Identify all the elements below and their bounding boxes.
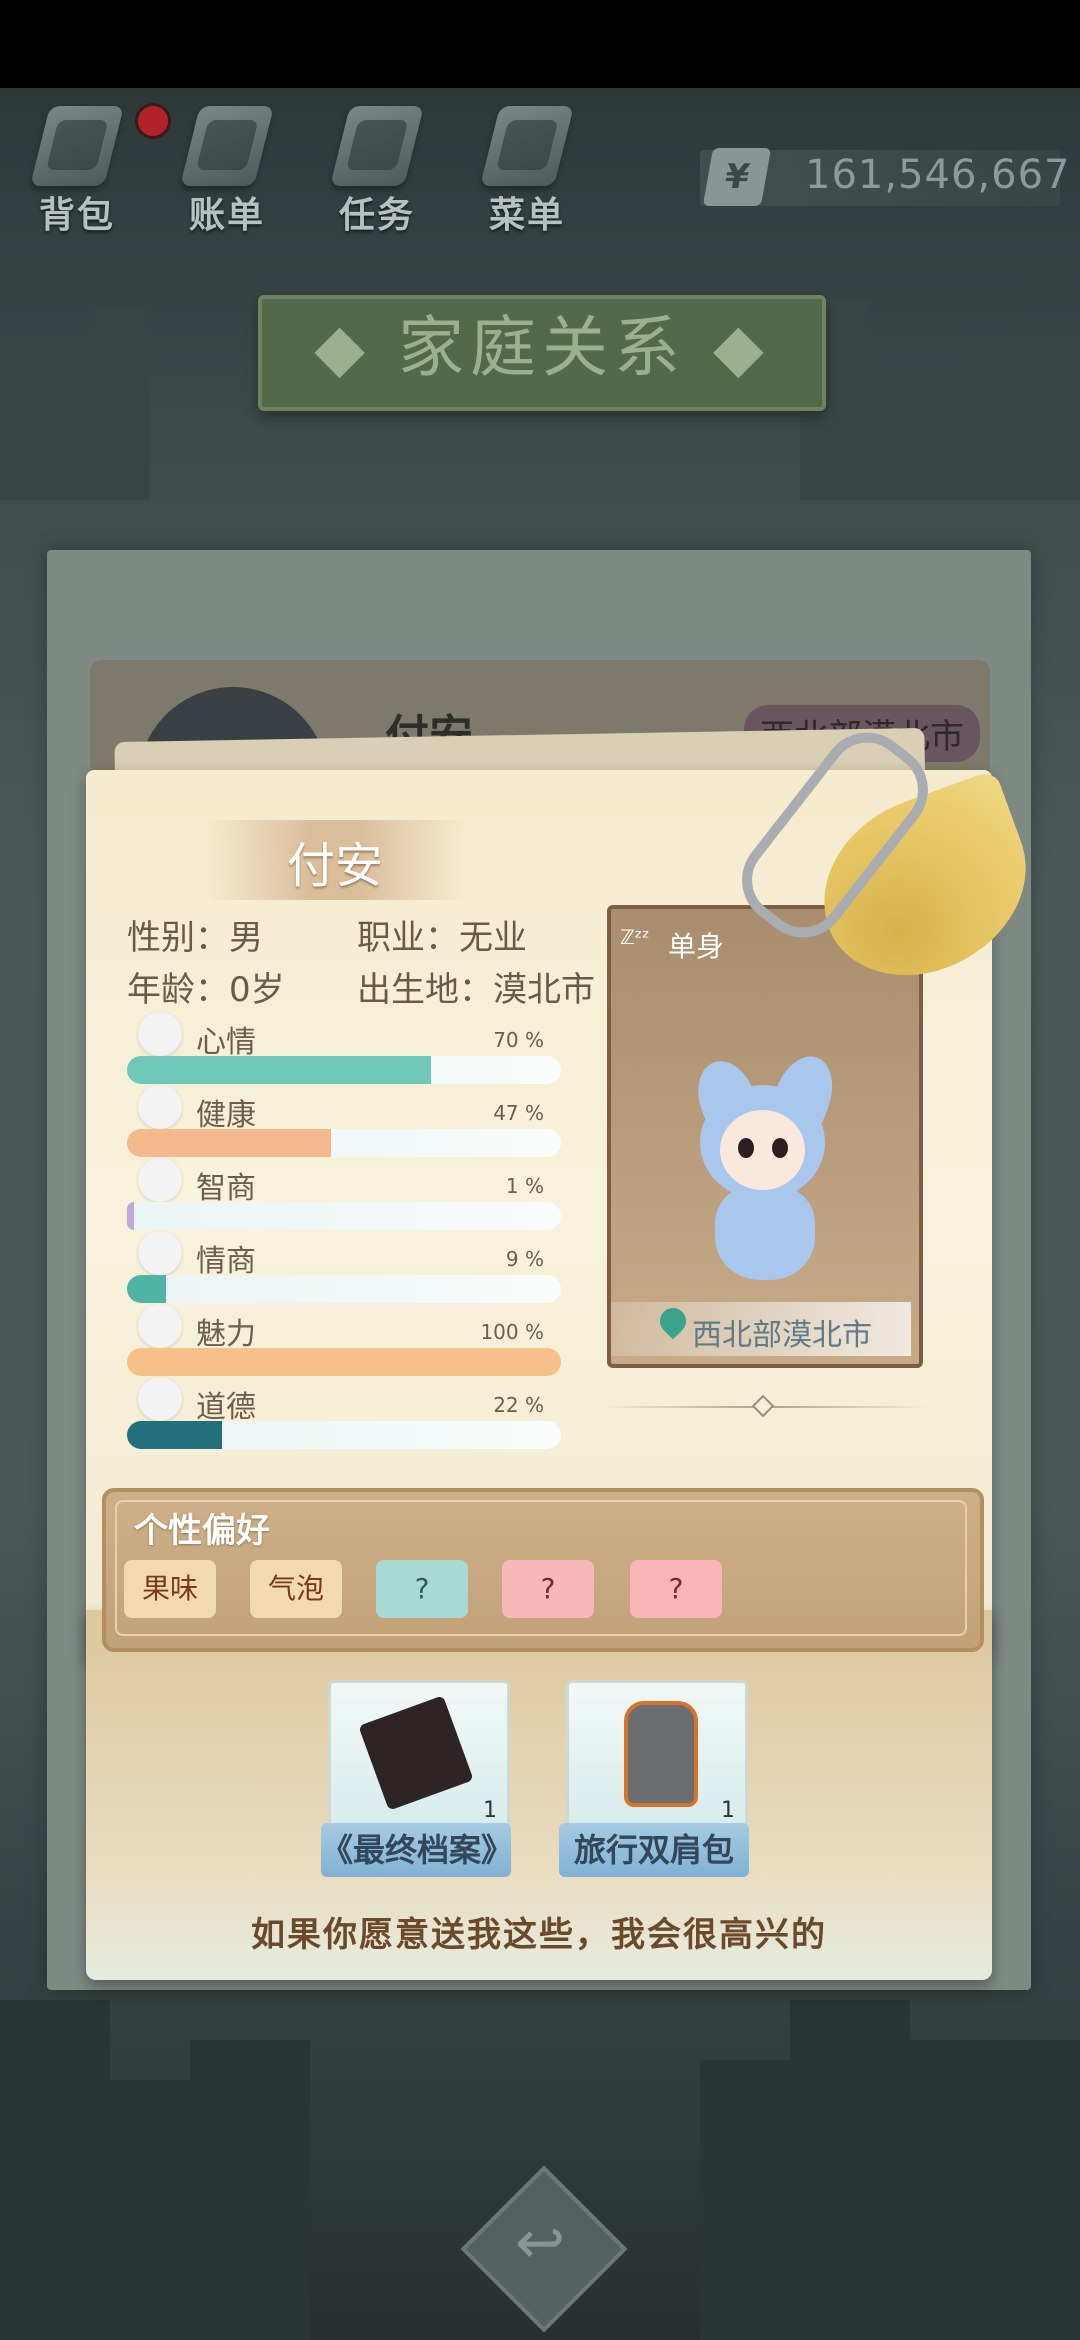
stat-percent: 1 % <box>505 1174 544 1198</box>
status-bar <box>0 0 1080 88</box>
menu-item-backpack[interactable]: 背包 <box>22 98 132 248</box>
birthplace-label: 出生地： <box>357 970 493 1010</box>
stat-bar-fill <box>127 1056 431 1084</box>
sleep-zzz-icon: ℤᶻᶻ <box>620 925 650 949</box>
heart-icon <box>138 1085 182 1129</box>
stat-bar <box>127 1275 561 1303</box>
notification-dot <box>135 103 171 139</box>
stat-percent: 9 % <box>505 1247 544 1271</box>
stat-label: 道德 <box>196 1390 256 1425</box>
preference-item[interactable]: ? <box>502 1560 594 1618</box>
menu-item-label: 账单 <box>188 195 265 236</box>
stat-percent: 70 % <box>493 1028 544 1052</box>
page-title-text: 家庭关系 <box>398 309 686 386</box>
stat-bar-fill <box>127 1421 223 1449</box>
gift-tile-book[interactable]: 1 <box>328 1680 510 1836</box>
stat-bar <box>127 1129 561 1157</box>
currency-icon: ¥ <box>702 148 772 206</box>
stat-label: 情商 <box>196 1244 256 1279</box>
stat-label: 心情 <box>196 1025 256 1060</box>
character-eye-left <box>738 1138 754 1158</box>
preference-item[interactable]: ? <box>376 1560 468 1618</box>
preference-item[interactable]: ? <box>630 1560 722 1618</box>
menu-item-menu[interactable]: 菜单 <box>472 98 582 248</box>
character-face <box>720 1110 805 1190</box>
stat-label: 魅力 <box>196 1317 256 1352</box>
gift-tile-backpack[interactable]: 1 <box>566 1680 748 1836</box>
stat-bar <box>127 1056 561 1084</box>
backpack-icon <box>624 1701 698 1807</box>
stat-bar <box>127 1421 561 1449</box>
job-value: 无业 <box>459 918 527 958</box>
bulb-icon <box>138 1158 182 1202</box>
stat-bar-fill <box>127 1275 167 1303</box>
menu-item-bill[interactable]: 账单 <box>172 98 282 248</box>
gender-label: 性别： <box>127 918 229 958</box>
relationship-status: 单身 <box>668 930 725 963</box>
stat-percent: 100 % <box>480 1320 544 1344</box>
stat-label: 智商 <box>196 1171 256 1206</box>
menu-item-label: 任务 <box>338 195 415 236</box>
apple-icon <box>138 1231 182 1275</box>
backpack-icon <box>30 106 124 186</box>
menu-item-task[interactable]: 任务 <box>322 98 432 248</box>
bill-icon <box>180 106 274 186</box>
character-name: 付安 <box>286 838 383 894</box>
gender-info: 性别：男 <box>127 910 263 959</box>
gift-label-book[interactable]: 《最终档案》 <box>321 1823 513 1877</box>
currency-amount: 161,546,667 <box>805 152 1071 198</box>
stat-bar-fill <box>127 1129 331 1157</box>
region-label: 西北部漠北市 <box>692 1318 872 1353</box>
smile-icon <box>138 1012 182 1056</box>
gift-count: 1 <box>721 1798 735 1823</box>
job-info: 职业：无业 <box>357 910 527 959</box>
stat-label: 健康 <box>196 1098 256 1133</box>
birthplace-value: 漠北市 <box>493 970 595 1010</box>
menu-icon <box>480 106 574 186</box>
preferences-title: 个性偏好 <box>134 1511 270 1551</box>
sparkle-icon <box>138 1304 182 1348</box>
page-title: ◆ 家庭关系 ◆ <box>314 309 770 386</box>
task-icon <box>330 106 424 186</box>
age-value: 0岁 <box>229 970 285 1010</box>
menu-item-label: 背包 <box>38 195 115 236</box>
character-eye-right <box>772 1138 788 1158</box>
stat-bar-fill <box>127 1202 134 1230</box>
stat-bar-fill <box>127 1348 561 1376</box>
stat-bar <box>127 1348 561 1376</box>
age-label: 年龄： <box>127 970 229 1010</box>
preference-item[interactable]: 果味 <box>124 1560 216 1618</box>
job-label: 职业： <box>357 918 459 958</box>
return-arrow-icon: ↩ <box>514 2208 566 2278</box>
gift-label-backpack[interactable]: 旅行双肩包 <box>559 1823 749 1877</box>
gift-message: 如果你愿意送我这些，我会很高兴的 <box>251 1915 827 1955</box>
birthplace-info: 出生地：漠北市 <box>357 962 595 1011</box>
gender-value: 男 <box>229 918 263 958</box>
gift-count: 1 <box>483 1798 497 1823</box>
preference-item[interactable]: 气泡 <box>250 1560 342 1618</box>
stat-bar <box>127 1202 561 1230</box>
stat-percent: 22 % <box>493 1393 544 1417</box>
book-icon <box>358 1695 474 1811</box>
scale-icon <box>138 1377 182 1421</box>
age-info: 年龄：0岁 <box>127 962 285 1011</box>
menu-item-label: 菜单 <box>488 195 565 236</box>
stat-percent: 47 % <box>493 1101 544 1125</box>
